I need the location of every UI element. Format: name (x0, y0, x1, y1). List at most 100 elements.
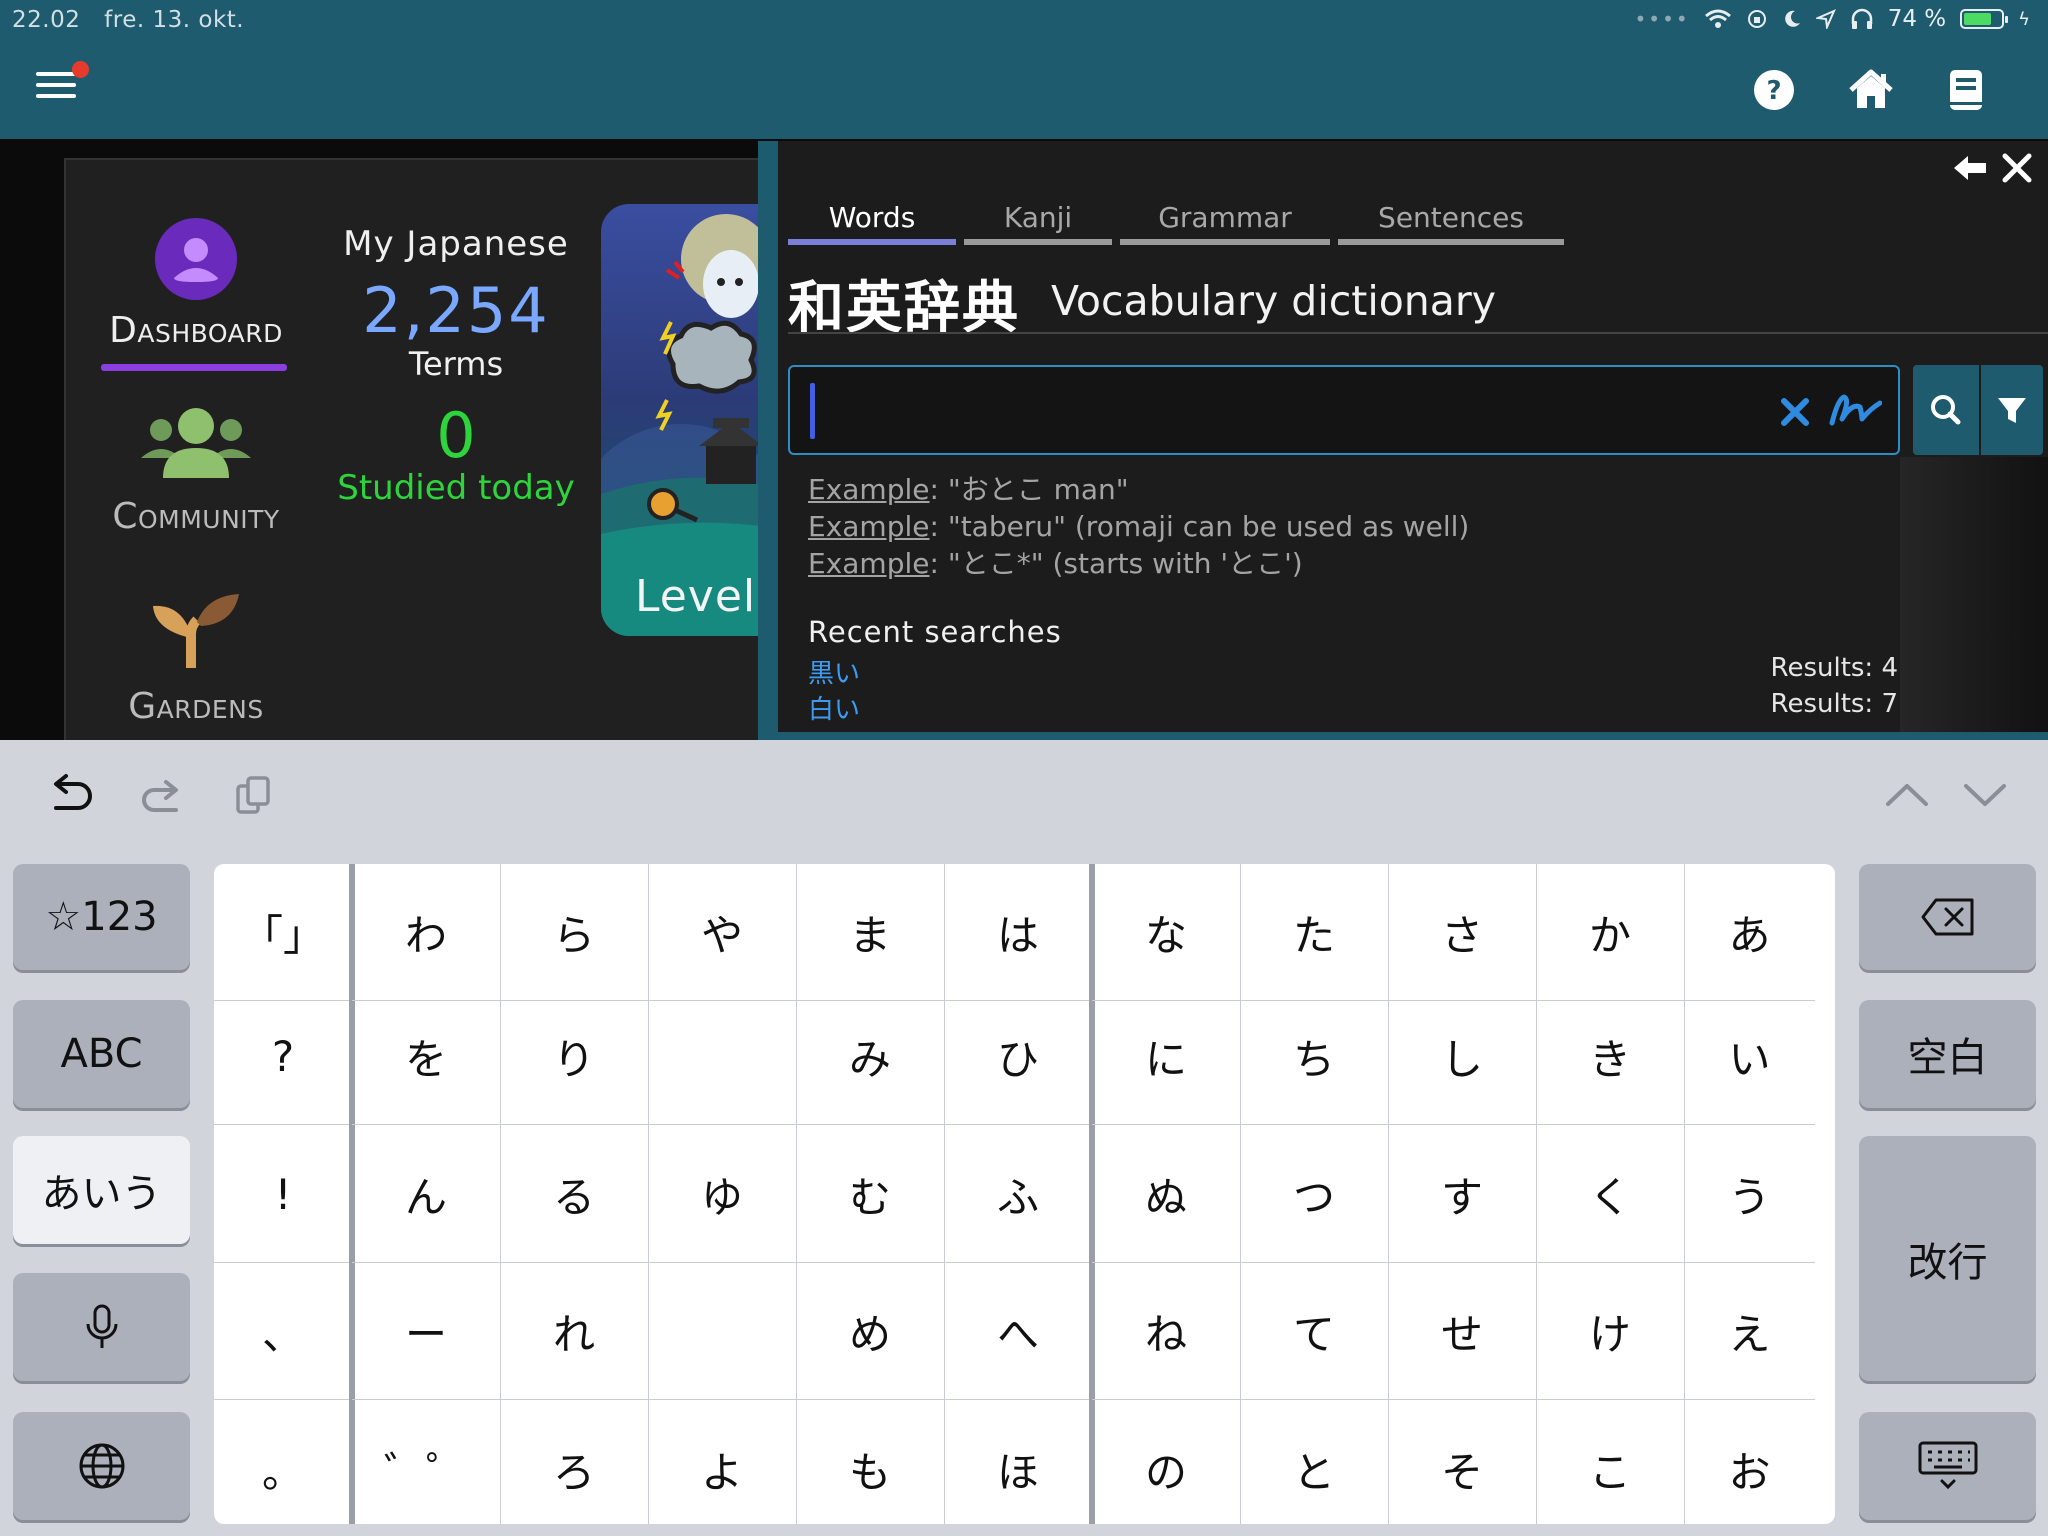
kana-key[interactable]: ち (1240, 988, 1388, 1125)
kana-key[interactable]: ! (214, 1126, 352, 1263)
kana-key[interactable]: ? (214, 988, 352, 1125)
kana-key[interactable]: て (1240, 1263, 1388, 1400)
status-bar-left: 22.02 fre. 13. okt. (12, 7, 260, 33)
kana-column: なにぬねの (1092, 864, 1240, 1524)
kana-key[interactable]: 「」 (214, 864, 352, 1001)
chevron-up-icon[interactable] (1882, 770, 1932, 820)
title-divider (788, 332, 2048, 334)
filter-button[interactable] (1981, 365, 2043, 455)
kana-key[interactable]: や (648, 864, 796, 1001)
numbers-key[interactable]: ☆123 (13, 864, 190, 970)
enter-key[interactable]: 改行 (1859, 1136, 2036, 1381)
kana-key[interactable]: み (796, 988, 944, 1125)
kana-key[interactable]: い (1684, 988, 1815, 1125)
kana-key[interactable] (648, 988, 796, 1125)
sidebar-item-dashboard[interactable]: Dashboard (96, 218, 296, 351)
kana-key[interactable]: ゆ (648, 1126, 796, 1263)
kana-key[interactable] (648, 1263, 796, 1400)
kana-key[interactable]: よ (648, 1401, 796, 1524)
kana-key[interactable]: か (1536, 864, 1684, 1001)
kana-key[interactable]: え (1684, 1263, 1815, 1400)
kana-key[interactable]: の (1092, 1401, 1240, 1524)
tab-sentences[interactable]: Sentences (1338, 197, 1564, 245)
kana-key[interactable]: せ (1388, 1263, 1536, 1400)
level-card[interactable]: Level (601, 204, 781, 636)
paste-icon[interactable] (230, 770, 280, 820)
status-time: 22.02 (12, 7, 81, 33)
dictation-key[interactable] (13, 1273, 190, 1381)
kana-key[interactable]: し (1388, 988, 1536, 1125)
kana-key[interactable]: こ (1536, 1401, 1684, 1524)
abc-key[interactable]: ABC (13, 1000, 190, 1108)
close-icon[interactable] (2000, 151, 2034, 185)
globe-key[interactable] (13, 1412, 190, 1520)
kana-key[interactable]: け (1536, 1263, 1684, 1400)
kana-key[interactable]: お (1684, 1401, 1815, 1524)
sidebar-item-community[interactable]: Community (96, 406, 296, 537)
kana-key[interactable]: そ (1388, 1401, 1536, 1524)
home-icon[interactable] (1847, 68, 1895, 112)
kana-key[interactable]: と (1240, 1401, 1388, 1524)
kana-key[interactable]: れ (500, 1263, 648, 1400)
kana-key[interactable]: ひ (944, 988, 1092, 1125)
kana-key[interactable]: ゛゜ (352, 1401, 500, 1524)
chevron-down-icon[interactable] (1960, 770, 2010, 820)
search-field[interactable] (788, 365, 1900, 455)
example-link[interactable]: Example (808, 547, 929, 580)
kana-key[interactable]: に (1092, 988, 1240, 1125)
kana-key[interactable]: を (352, 988, 500, 1125)
kana-key[interactable]: あ (1684, 864, 1815, 1001)
kana-key[interactable]: ま (796, 864, 944, 1001)
kana-key[interactable]: り (500, 988, 648, 1125)
kana-key[interactable]: き (1536, 988, 1684, 1125)
kana-key[interactable]: ろ (500, 1401, 648, 1524)
recent-search-term[interactable]: 白い (808, 695, 860, 725)
sidebar-item-gardens[interactable]: Gardens (96, 590, 296, 727)
kana-key[interactable]: 、 (214, 1263, 352, 1400)
example-link[interactable]: Example (808, 510, 929, 543)
book-icon[interactable] (1946, 68, 1986, 112)
kana-key[interactable]: ふ (944, 1126, 1092, 1263)
kana-key[interactable]: ぬ (1092, 1126, 1240, 1263)
handwriting-icon[interactable] (1828, 393, 1882, 427)
example-link[interactable]: Example (808, 473, 929, 506)
kana-key[interactable]: ね (1092, 1263, 1240, 1400)
space-key[interactable]: 空白 (1859, 1000, 2036, 1108)
kana-key[interactable]: 。 (214, 1401, 352, 1524)
search-input[interactable] (822, 377, 1702, 445)
kana-key[interactable]: た (1240, 864, 1388, 1001)
kana-key[interactable]: う (1684, 1126, 1815, 1263)
kana-key[interactable]: わ (352, 864, 500, 1001)
help-icon[interactable]: ? (1752, 68, 1796, 112)
studied-label: Studied today (337, 468, 575, 508)
kana-key[interactable]: ほ (944, 1401, 1092, 1524)
menu-icon[interactable] (36, 72, 76, 104)
back-arrow-icon[interactable] (1952, 153, 1988, 183)
kana-key[interactable]: ら (500, 864, 648, 1001)
search-button[interactable] (1913, 365, 1979, 455)
kana-key[interactable]: な (1092, 864, 1240, 1001)
tab-grammar[interactable]: Grammar (1120, 197, 1330, 245)
kana-key[interactable]: あいう (13, 1136, 190, 1244)
kana-key[interactable]: ん (352, 1126, 500, 1263)
dictionary-title: Vocabulary dictionary (1051, 277, 1497, 325)
kana-key[interactable]: め (796, 1263, 944, 1400)
tab-kanji[interactable]: Kanji (964, 197, 1112, 245)
kana-key[interactable]: す (1388, 1126, 1536, 1263)
backspace-key[interactable] (1859, 864, 2036, 970)
undo-icon[interactable] (46, 770, 96, 820)
tab-words[interactable]: Words (788, 197, 956, 245)
kana-key[interactable]: へ (944, 1263, 1092, 1400)
kana-key[interactable]: む (796, 1126, 944, 1263)
clear-icon[interactable] (1778, 391, 1812, 431)
hide-keyboard-key[interactable] (1859, 1412, 2036, 1520)
recent-search-term[interactable]: 黒い (808, 659, 860, 689)
redo-icon[interactable] (136, 770, 186, 820)
kana-key[interactable]: つ (1240, 1126, 1388, 1263)
kana-key[interactable]: さ (1388, 864, 1536, 1001)
kana-key[interactable]: も (796, 1401, 944, 1524)
kana-key[interactable]: ー (352, 1263, 500, 1400)
kana-key[interactable]: る (500, 1126, 648, 1263)
kana-key[interactable]: く (1536, 1126, 1684, 1263)
kana-key[interactable]: は (944, 864, 1092, 1001)
